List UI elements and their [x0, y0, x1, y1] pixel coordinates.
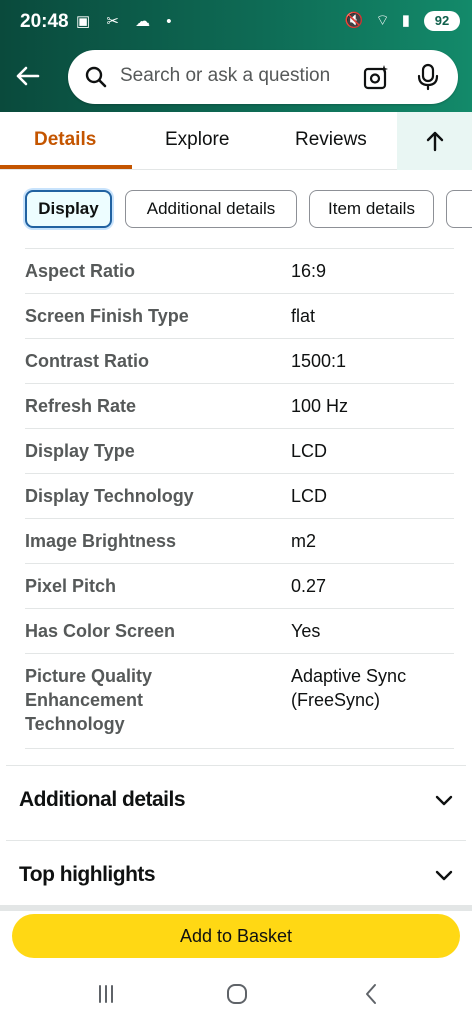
spec-value: 16:9 [291, 261, 327, 281]
divider [0, 905, 472, 911]
back-nav-icon[interactable] [360, 982, 384, 1006]
spec-key: Aspect Ratio [25, 261, 136, 281]
table-row: Pixel Pitch 0.27 [25, 563, 454, 608]
spec-key: Picture Quality Enhancement Technology [25, 666, 153, 734]
tab-explore[interactable]: Explore [165, 129, 229, 151]
back-arrow-icon[interactable] [12, 60, 44, 92]
filter-chips: Display Additional details Item details [0, 186, 472, 232]
tab-details[interactable]: Details [34, 129, 96, 151]
up-arrow-icon [426, 131, 444, 152]
spec-key: Display Type [25, 441, 135, 461]
spec-key: Contrast Ratio [25, 351, 150, 371]
add-to-basket-button[interactable]: Add to Basket [12, 914, 460, 958]
spec-value: m2 [291, 531, 317, 551]
camera-search-icon[interactable] [362, 63, 390, 91]
table-row: Refresh Rate 100 Hz [25, 383, 454, 428]
accordion-title: Top highlights [19, 863, 156, 886]
accordion-top-highlights[interactable]: Top highlights [6, 840, 466, 905]
spec-value: LCD [291, 486, 328, 506]
spec-key: Has Color Screen [25, 621, 176, 641]
table-row: Picture Quality Enhancement Technology A… [25, 653, 454, 749]
spec-key: Screen Finish Type [25, 306, 189, 326]
chip-display[interactable]: Display [25, 190, 112, 228]
spec-value: 0.27 [291, 576, 327, 596]
accordion-title: Additional details [19, 788, 186, 811]
table-row: Image Brightness m2 [25, 518, 454, 563]
spec-value: 100 Hz [291, 396, 349, 416]
table-row: Aspect Ratio 16:9 [25, 248, 454, 293]
home-icon[interactable] [225, 982, 249, 1006]
spec-key: Refresh Rate [25, 396, 137, 416]
table-row: Contrast Ratio 1500:1 [25, 338, 454, 383]
table-row: Screen Finish Type flat [25, 293, 454, 338]
spec-value: 1500:1 [291, 351, 347, 371]
app-header: 20:48 ▣ ✂ ☁ • 🔇 ⌔ ▮ 92 Search or ask a q… [0, 0, 472, 112]
chip-item-details[interactable]: Item details [309, 190, 434, 228]
battery-indicator: 92 [424, 11, 460, 31]
chip-additional-details[interactable]: Additional details [125, 190, 297, 228]
table-row: Display Technology LCD [25, 473, 454, 518]
table-row: Display Type LCD [25, 428, 454, 473]
spec-value: Adaptive Sync (FreeSync) [291, 666, 407, 710]
search-bar[interactable]: Search or ask a question [68, 50, 458, 104]
spec-value: Yes [291, 621, 321, 641]
chevron-down-icon [435, 870, 453, 881]
chevron-down-icon [435, 795, 453, 806]
system-icons: 🔇 ⌔ ▮ [344, 12, 414, 29]
active-tab-indicator [0, 165, 132, 169]
tab-reviews[interactable]: Reviews [295, 129, 367, 151]
search-input[interactable]: Search or ask a question [120, 65, 330, 87]
spec-table: Aspect Ratio 16:9 Screen Finish Type fla… [25, 248, 454, 749]
table-row: Has Color Screen Yes [25, 608, 454, 653]
recent-apps-icon[interactable] [94, 982, 118, 1006]
system-nav-bar [0, 968, 472, 1024]
spec-key: Image Brightness [25, 531, 177, 551]
spec-key: Display Technology [25, 486, 194, 506]
scroll-top-button[interactable] [397, 112, 472, 170]
status-bar: 20:48 ▣ ✂ ☁ • 🔇 ⌔ ▮ 92 [0, 0, 472, 44]
accordion-additional-details[interactable]: Additional details [6, 765, 466, 835]
status-time: 20:48 [20, 11, 69, 32]
chip-more[interactable] [446, 190, 472, 228]
spec-value: LCD [291, 441, 328, 461]
notification-icons: ▣ ✂ ☁ • [76, 13, 178, 30]
spec-value: flat [291, 306, 316, 326]
search-icon [85, 66, 107, 88]
spec-key: Pixel Pitch [25, 576, 117, 596]
microphone-icon[interactable] [416, 63, 440, 91]
